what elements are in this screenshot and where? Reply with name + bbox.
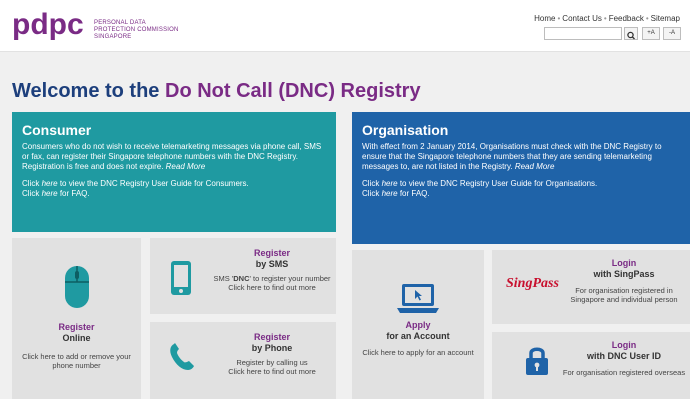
register-online-title: Register [58,322,95,332]
register-sms-desc2: Click here to find out more [228,283,316,292]
apply-account-subtitle: for an Account [386,331,450,341]
register-phone-title: Register [253,332,290,342]
singpass-logo: SingPass [506,276,559,291]
consumer-heading: Consumer [22,122,92,138]
consumer-panel: Consumer Consumers who do not wish to re… [12,112,336,232]
register-online-subtitle: Online [62,333,91,343]
pdpc-logo-mark: pdpc [12,8,84,41]
login-dnc-subtitle: with DNC User ID [586,351,661,361]
apply-account-desc: Click here to apply for an account [362,348,474,357]
page-title-prefix: Welcome to the [12,80,160,102]
sms-desc-post: ' to register your number [249,274,331,283]
register-sms-text: Register by SMS SMS 'DNC' to register yo… [212,248,332,292]
sitemap-link[interactable]: Sitemap [651,14,680,23]
sms-desc-pre: SMS ' [213,274,234,283]
consumer-faq-link[interactable]: here [42,189,58,198]
organisation-read-more-link[interactable]: Read More [515,162,555,171]
logo-text: PERSONAL DATA PROTECTION COMMISSION SING… [94,20,179,41]
logo-line-1: PERSONAL DATA [94,20,146,26]
feedback-link[interactable]: Feedback [609,14,644,23]
consumer-guide-post: to view the DNC Registry User Guide for … [59,179,249,188]
search-button[interactable] [624,27,638,40]
laptop-icon [397,284,439,313]
login-singpass-desc: For organisation registered in Singapore… [570,286,678,304]
padlock-icon [526,347,548,375]
pdpc-logo[interactable]: pdpc PERSONAL DATA PROTECTION COMMISSION… [12,8,178,44]
login-singpass-tile[interactable]: SingPass Login with SingPass For organis… [492,250,690,324]
consumer-faq-line: Click here for FAQ. [22,189,326,199]
register-phone-desc2: Click here to find out more [228,367,316,376]
logo-letters: pdpc [12,8,84,41]
font-increase-button[interactable]: +A [642,27,660,40]
organisation-heading: Organisation [362,122,449,138]
contact-us-link[interactable]: Contact Us [562,14,602,23]
organisation-guide-link[interactable]: here [382,179,398,188]
consumer-intro: Consumers who do not wish to receive tel… [22,142,326,172]
consumer-guide-line: Click here to view the DNC Registry User… [22,179,326,189]
organisation-guide-pre: Click [362,179,380,188]
consumer-faq-pre: Click [22,189,40,198]
consumer-read-more-link[interactable]: Read More [166,162,206,171]
home-link[interactable]: Home [534,14,555,23]
logo-line-2: PROTECTION COMMISSION [94,27,179,33]
login-dnc-desc: For organisation registered overseas [562,368,686,377]
organisation-faq-line: Click here for FAQ. [362,189,680,199]
organisation-faq-pre: Click [362,189,380,198]
consumer-guide-pre: Click [22,179,40,188]
organisation-guide-line: Click here to view the DNC Registry User… [362,179,680,189]
organisation-guide-post: to view the DNC Registry User Guide for … [399,179,598,188]
consumer-faq-post: for FAQ. [59,189,90,198]
register-sms-desc: SMS 'DNC' to register your number [212,274,332,283]
page-title: Welcome to the Do Not Call (DNC) Registr… [12,80,421,103]
search-input[interactable] [544,27,622,40]
login-singpass-subtitle: with SingPass [593,269,655,279]
organisation-faq-post: for FAQ. [399,189,430,198]
logo-line-3: SINGAPORE [94,34,132,40]
register-online-tile[interactable]: Register Online Click here to add or rem… [12,238,141,399]
phone-handset-icon [170,343,194,370]
register-online-desc: Click here to add or remove your phone n… [22,352,131,370]
consumer-guide-link[interactable]: here [42,179,58,188]
organisation-intro-text: With effect from 2 January 2014, Organis… [362,142,662,171]
register-phone-desc: Register by calling us [236,358,308,367]
page-title-accent: Do Not Call (DNC) Registry [165,80,421,102]
apply-account-title: Apply [405,320,431,330]
register-sms-title: Register [253,248,290,258]
register-phone-subtitle: by Phone [251,343,293,353]
login-dnc-title: Login [611,340,637,350]
sms-keyword: DNC [233,274,250,283]
organisation-intro: With effect from 2 January 2014, Organis… [362,142,680,172]
register-phone-text: Register by Phone Register by calling us… [212,332,332,376]
register-phone-tile[interactable]: Register by Phone Register by calling us… [150,322,336,399]
mouse-icon [64,266,89,308]
organisation-faq-link[interactable]: here [382,189,398,198]
apply-account-tile[interactable]: Apply for an Account Click here to apply… [352,250,484,399]
login-dnc-text: Login with DNC User ID For organisation … [562,340,686,377]
register-sms-tile[interactable]: Register by SMS SMS 'DNC' to register yo… [150,238,336,314]
top-links: Home • Contact Us • Feedback • Sitemap [534,14,680,23]
register-sms-subtitle: by SMS [255,259,289,269]
login-singpass-text: Login with SingPass For organisation reg… [562,258,686,304]
site-header: pdpc PERSONAL DATA PROTECTION COMMISSION… [0,0,690,52]
login-singpass-title: Login [611,258,637,268]
font-decrease-button[interactable]: -A [663,27,681,40]
organisation-panel: Organisation With effect from 2 January … [352,112,690,244]
login-dnc-tile[interactable]: Login with DNC User ID For organisation … [492,332,690,399]
search-icon [627,31,635,40]
mobile-phone-icon [171,261,191,295]
